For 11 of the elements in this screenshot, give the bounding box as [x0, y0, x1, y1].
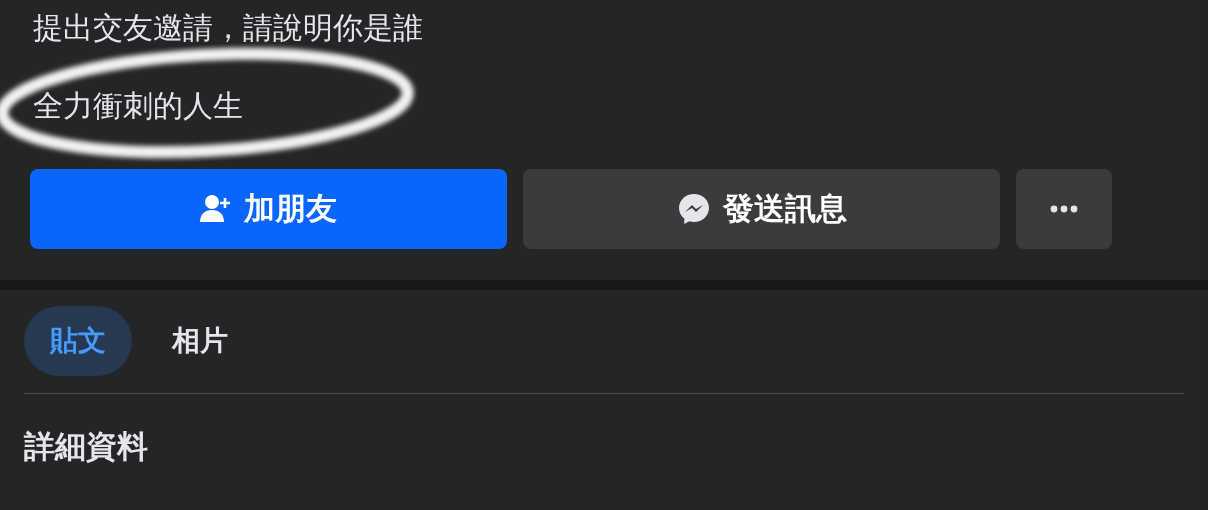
intro-text: 提出交友邀請，請說明你是誰 [33, 9, 423, 47]
messenger-icon [676, 192, 711, 226]
tab[interactable]: 相片 [146, 306, 254, 376]
tab[interactable]: 貼文 [24, 306, 132, 376]
intro-text: 全力衝刺的人生 [33, 87, 243, 125]
section-title: 詳細資料 [23, 427, 149, 466]
more-icon [1050, 205, 1078, 213]
add-friend-button[interactable]: 加朋友 [30, 169, 507, 249]
add-person-icon [200, 194, 232, 224]
send-message-button[interactable]: 發送訊息 [523, 169, 1000, 249]
more-button[interactable] [1016, 169, 1112, 249]
